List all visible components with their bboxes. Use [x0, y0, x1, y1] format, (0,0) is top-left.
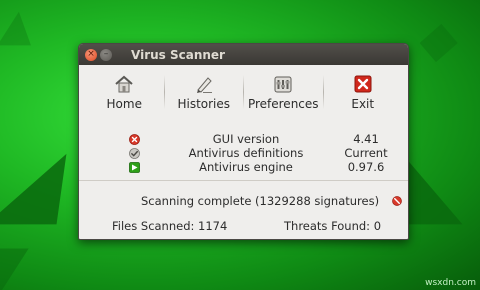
stop-scan-icon[interactable]: [392, 195, 402, 209]
info-row-gui-version: GUI version 4.41: [79, 132, 408, 146]
preferences-icon: [273, 74, 293, 94]
update-icon: [125, 161, 143, 173]
files-scanned: Files Scanned: 1174: [112, 219, 228, 233]
divider: [79, 180, 408, 181]
scan-status-text: Scanning complete (1329288 signatures): [141, 194, 380, 208]
info-row-antivirus-definitions: Antivirus definitions Current: [79, 146, 408, 160]
preferences-button[interactable]: Preferences: [244, 65, 323, 115]
exit-button[interactable]: Exit: [324, 65, 403, 115]
preferences-label: Preferences: [247, 97, 319, 111]
info-name: Antivirus engine: [199, 160, 293, 174]
info-name: GUI version: [212, 132, 280, 146]
exit-icon: [354, 74, 372, 94]
histories-button[interactable]: Histories: [165, 65, 244, 115]
close-window-button[interactable]: ×: [85, 48, 97, 61]
title-bar[interactable]: × – Virus Scanner: [79, 44, 408, 65]
pen-icon: [194, 74, 214, 94]
home-button[interactable]: Home: [85, 65, 164, 115]
watermark: wsxdn.com: [425, 278, 476, 288]
threats-found: Threats Found: 0: [284, 219, 382, 233]
wallpaper-shape: ◆: [415, 10, 465, 68]
virus-scanner-window: × – Virus Scanner Home Histories Prefere…: [78, 43, 409, 240]
home-label: Home: [106, 97, 142, 111]
info-name: Antivirus definitions: [188, 146, 304, 160]
toolbar: Home Histories Preferences Exit: [79, 65, 408, 115]
info-value: Current: [344, 146, 388, 160]
exit-label: Exit: [351, 97, 375, 111]
wallpaper-shape: ▼: [0, 232, 34, 290]
info-value: 4.41: [353, 132, 379, 146]
histories-label: Histories: [177, 97, 231, 111]
home-icon: [114, 74, 134, 94]
wallpaper-shape: ◢: [0, 128, 73, 235]
window-title: Virus Scanner: [131, 47, 225, 62]
error-icon: [125, 133, 143, 145]
version-info: GUI version 4.41 Antivirus definitions C…: [79, 132, 408, 174]
info-row-antivirus-engine: Antivirus engine 0.97.6: [79, 160, 408, 174]
info-value: 0.97.6: [347, 160, 385, 174]
wallpaper-shape: ▲: [0, 0, 40, 51]
minimize-window-button[interactable]: –: [100, 48, 112, 61]
check-icon: [125, 147, 143, 159]
